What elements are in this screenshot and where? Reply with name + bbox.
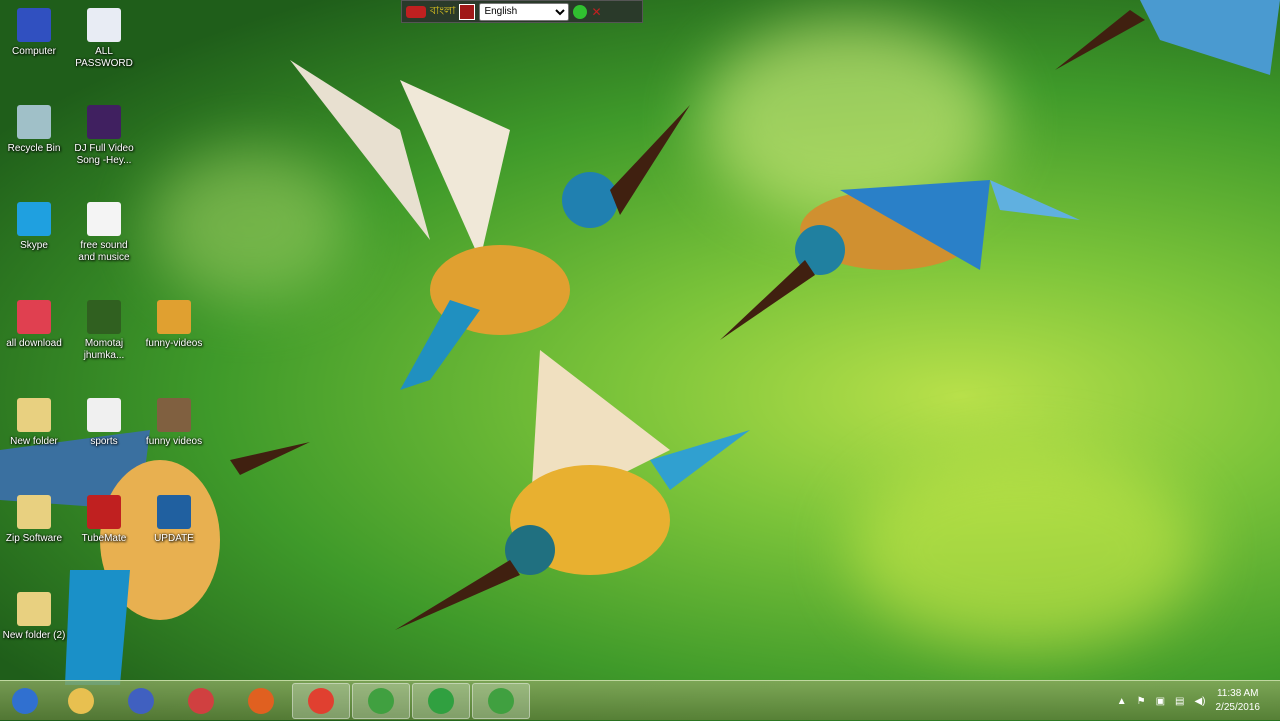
desktop-icon-label: all download xyxy=(6,338,62,349)
snipping-tool-icon xyxy=(188,687,214,714)
camtasia-2-icon xyxy=(488,687,514,714)
desktop-icon[interactable]: UPDATE xyxy=(142,495,206,545)
clock-time: 11:38 AM xyxy=(1216,688,1259,699)
desktop-icon-label: TubeMate xyxy=(81,533,127,544)
taskbar-app-button[interactable] xyxy=(112,683,170,719)
desktop-icon[interactable]: funny videos xyxy=(142,398,206,448)
desktop-icon-label: Zip Software xyxy=(5,533,63,544)
desktop-icon-image xyxy=(17,105,51,139)
desktop-icon-label: Momotaj jhumka... xyxy=(83,338,125,361)
chrome-icon xyxy=(308,687,334,714)
bangla-script-label[interactable]: বাংলা xyxy=(430,2,455,21)
taskbar-chrome-button[interactable] xyxy=(292,682,350,719)
taskbar-start-button[interactable] xyxy=(0,683,50,719)
desktop-icon-label: New folder xyxy=(10,436,58,447)
language-select[interactable]: English xyxy=(479,2,570,21)
close-icon[interactable]: ✕ xyxy=(591,5,601,19)
desktop-icon[interactable]: sports xyxy=(72,398,136,448)
desktop-icon-label: funny videos xyxy=(145,436,203,447)
desktop-icon-label: sports xyxy=(90,436,118,447)
desktop-icon[interactable]: free sound and musice xyxy=(72,202,136,264)
taskbar-snipping-tool-button[interactable] xyxy=(172,683,230,719)
kingfisher-bottom xyxy=(395,350,750,630)
desktop-icon[interactable]: New folder (2) xyxy=(2,592,66,642)
camtasia-icon xyxy=(368,687,394,714)
desktop-icon-image xyxy=(17,300,51,334)
internet-explorer-icon xyxy=(428,687,454,714)
start-icon xyxy=(12,687,38,714)
desktop-icon[interactable]: New folder xyxy=(2,398,66,448)
desktop-icon[interactable]: all download xyxy=(2,300,66,350)
system-tray: ▲ ⚑ ▣ ▤ ◀) 11:38 AM 2/25/2016 xyxy=(1117,681,1260,721)
desktop-icon[interactable]: DJ Full Video Song -Hey... xyxy=(72,105,136,167)
desktop-icon-label: UPDATE xyxy=(154,533,194,544)
desktop-icon-image xyxy=(157,398,191,432)
desktop-icon-label: Skype xyxy=(20,240,48,251)
desktop-icon-label: funny-videos xyxy=(145,338,203,349)
kingfisher-right xyxy=(720,180,1080,340)
show-hidden-icons-icon[interactable]: ▲ xyxy=(1117,696,1127,707)
desktop-icon-image xyxy=(17,592,51,626)
desktop-icon[interactable]: Skype xyxy=(2,202,66,252)
network-icon[interactable]: ▤ xyxy=(1175,696,1184,707)
language-bar-handle-icon[interactable] xyxy=(406,5,426,18)
desktop-icon-label: Computer xyxy=(12,46,56,57)
desktop-icon-label: DJ Full Video Song -Hey... xyxy=(74,143,134,166)
language-bar: বাংলা English ✕ xyxy=(401,0,643,23)
desktop-icon-image xyxy=(17,202,51,236)
desktop-icon[interactable]: Computer xyxy=(2,8,66,58)
taskbar-camtasia-2-button[interactable] xyxy=(472,682,530,719)
desktop-icon-image xyxy=(87,300,121,334)
clock-date: 2/25/2016 xyxy=(1215,702,1261,713)
desktop-icon-label: Recycle Bin xyxy=(7,143,61,154)
app-icon xyxy=(128,687,154,714)
volume-icon[interactable]: ◀) xyxy=(1194,696,1205,707)
desktop-icon[interactable]: ALL PASSWORD xyxy=(72,8,136,70)
desktop-icon-image xyxy=(87,495,121,529)
file-explorer-icon xyxy=(68,687,94,714)
desktop-icon-image xyxy=(87,202,121,236)
desktop-icon-image xyxy=(17,495,51,529)
taskbar-internet-explorer-button[interactable] xyxy=(412,682,470,719)
desktop-icon-label: ALL PASSWORD xyxy=(75,46,133,69)
action-center-flag-icon[interactable]: ⚑ xyxy=(1137,696,1146,707)
keyboard-app-icon[interactable] xyxy=(459,3,476,20)
kingfisher-left xyxy=(0,430,310,685)
taskbar-firefox-button[interactable] xyxy=(232,683,290,719)
clock[interactable]: 11:38 AM 2/25/2016 xyxy=(1216,687,1261,715)
desktop-icon-image xyxy=(157,495,191,529)
taskbar-file-explorer-button[interactable] xyxy=(52,683,110,719)
desktop-icon-image xyxy=(17,398,51,432)
desktop-icon[interactable]: Momotaj jhumka... xyxy=(72,300,136,362)
desktop-icon[interactable]: Recycle Bin xyxy=(2,105,66,155)
device-icon[interactable]: ▣ xyxy=(1156,696,1165,707)
desktop-icon-image xyxy=(157,300,191,334)
desktop-icon[interactable]: TubeMate xyxy=(72,495,136,545)
desktop-icon[interactable]: Zip Software xyxy=(2,495,66,545)
desktop-icon-image xyxy=(87,105,121,139)
taskbar: ▲ ⚑ ▣ ▤ ◀) 11:38 AM 2/25/2016 xyxy=(0,680,1280,720)
desktop-icon-image xyxy=(17,8,51,42)
desktop-icon-label: New folder (2) xyxy=(2,630,66,641)
desktop-icon[interactable]: funny-videos xyxy=(142,300,206,350)
firefox-icon xyxy=(248,687,274,714)
desktop-icon-image xyxy=(87,398,121,432)
desktop-icon-image xyxy=(87,8,121,42)
desktop-icon-label: free sound and musice xyxy=(78,240,130,263)
status-green-icon[interactable] xyxy=(573,4,588,19)
taskbar-camtasia-button[interactable] xyxy=(352,682,410,719)
kingfisher-topright xyxy=(1055,0,1280,75)
